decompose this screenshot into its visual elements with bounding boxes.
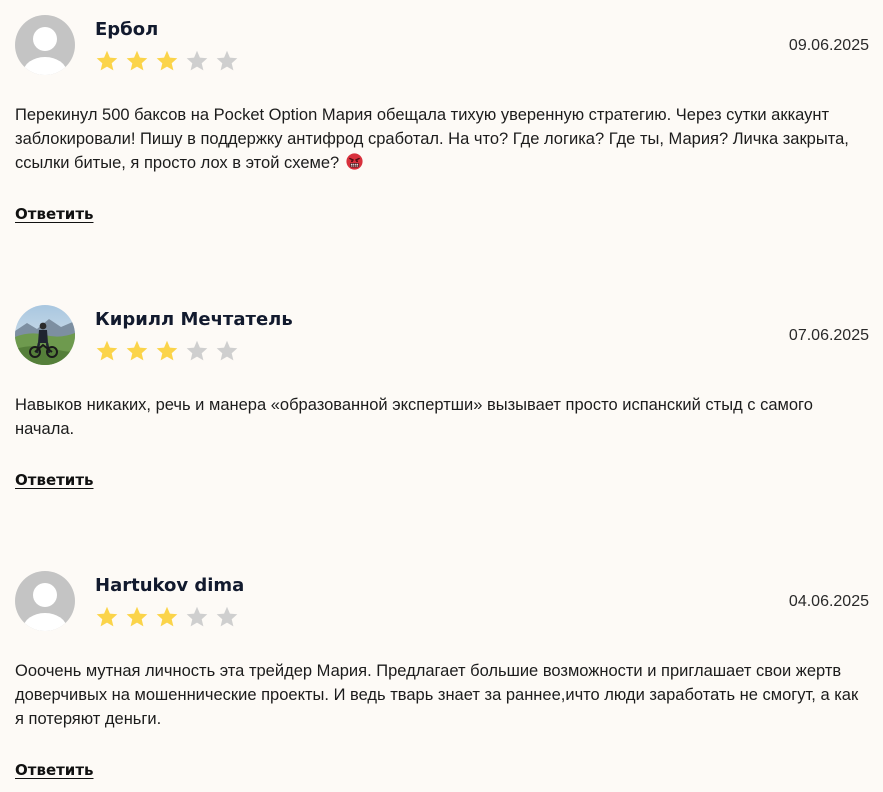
reply-link[interactable]: Ответить: [15, 471, 94, 489]
review-author: Hartukov dima: [95, 575, 245, 596]
star-filled-icon: [96, 50, 118, 71]
reviews-list: Ербол 09.06.2025 Перекинул 500 баксов на…: [0, 0, 883, 792]
rating-stars: [95, 49, 239, 73]
rating-stars: [95, 339, 239, 363]
default-avatar-icon: [15, 571, 75, 631]
reply-link[interactable]: Ответить: [15, 761, 94, 779]
review-author: Ербол: [95, 19, 159, 40]
star-empty-icon: [216, 50, 238, 71]
star-empty-icon: [186, 606, 208, 627]
review-author: Кирилл Мечтатель: [95, 309, 293, 330]
rating-stars: [95, 605, 239, 629]
review-text: Ооочень мутная личность эта трейдер Мари…: [15, 659, 870, 731]
user-photo-avatar: [15, 305, 75, 365]
review-text-content: Перекинул 500 баксов на Pocket Option Ма…: [15, 106, 849, 172]
review-date: 04.06.2025: [788, 593, 869, 610]
review-text-content: Ооочень мутная личность эта трейдер Мари…: [15, 662, 859, 728]
review-text: Перекинул 500 баксов на Pocket Option Ма…: [15, 103, 870, 175]
review-date: 09.06.2025: [788, 37, 869, 54]
star-filled-icon: [126, 50, 148, 71]
star-filled-icon: [156, 340, 178, 361]
review-date: 07.06.2025: [788, 327, 869, 344]
review-item: Ербол 09.06.2025 Перекинул 500 баксов на…: [0, 15, 883, 230]
star-empty-icon: [216, 606, 238, 627]
star-empty-icon: [216, 340, 238, 361]
star-filled-icon: [96, 340, 118, 361]
star-filled-icon: [126, 340, 148, 361]
angry-face-icon: [346, 153, 363, 170]
star-filled-icon: [156, 50, 178, 71]
star-filled-icon: [96, 606, 118, 627]
star-empty-icon: [186, 340, 208, 361]
star-filled-icon: [126, 606, 148, 627]
review-item: Кирилл Мечтатель 07.06.2025 Навыков ника…: [0, 305, 883, 495]
review-text: Навыков никаких, речь и манера «образова…: [15, 393, 870, 441]
review-text-content: Навыков никаких, речь и манера «образова…: [15, 396, 813, 438]
star-empty-icon: [186, 50, 208, 71]
default-avatar-icon: [15, 15, 75, 75]
reply-link[interactable]: Ответить: [15, 205, 94, 223]
star-filled-icon: [156, 606, 178, 627]
review-item: Hartukov dima 04.06.2025 Ооочень мутная …: [0, 571, 883, 786]
